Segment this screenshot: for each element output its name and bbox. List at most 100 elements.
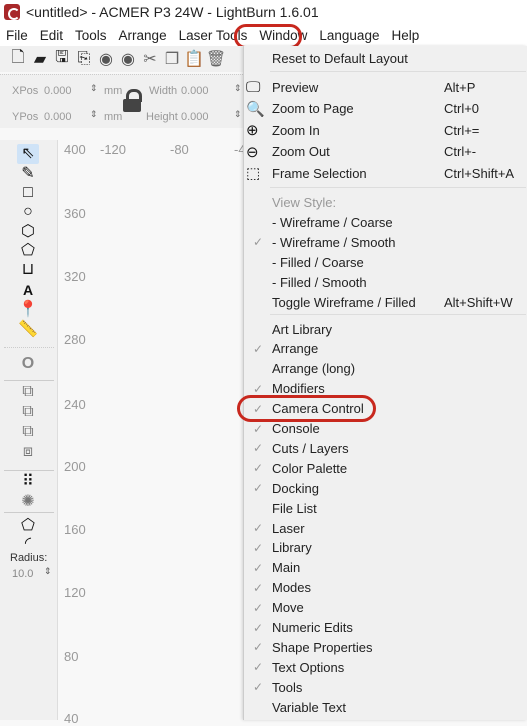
copy-icon[interactable]: ❐ xyxy=(162,49,182,69)
menu-item-docking[interactable]: ✓ Docking xyxy=(244,478,527,498)
menu-item-zoom-in[interactable]: ⊕ Zoom In Ctrl+= xyxy=(244,120,527,140)
menu-item-modes[interactable]: ✓ Modes xyxy=(244,578,527,598)
menu-tools[interactable]: Tools xyxy=(69,28,113,43)
checkmark-icon: ✓ xyxy=(252,540,264,555)
ruler-label: 400 xyxy=(64,142,86,157)
checkmark-icon: ✓ xyxy=(252,620,264,635)
menu-item-arrange[interactable]: ✓ Arrange xyxy=(244,339,527,359)
undo-icon[interactable]: ◉ xyxy=(96,49,116,69)
ypos-unit: mm xyxy=(104,111,123,123)
ruler-label: 200 xyxy=(64,459,86,474)
menu-item-label: Docking xyxy=(272,480,319,496)
menu-item-label: Move xyxy=(272,600,304,616)
menu-item-label: Zoom to Page xyxy=(272,101,354,117)
radius-spinner[interactable]: ⇕ xyxy=(44,566,52,577)
menu-item-label: Cuts / Layers xyxy=(272,440,349,456)
menu-arrange[interactable]: Arrange xyxy=(113,28,173,43)
menu-language[interactable]: Language xyxy=(313,28,385,43)
checkmark-icon: ✓ xyxy=(252,461,264,476)
boolean-union-icon[interactable]: ⧉ xyxy=(17,402,39,422)
position-marker-icon[interactable]: 📍 xyxy=(17,300,39,320)
width-field[interactable]: 0.000 xyxy=(181,85,209,97)
checkmark-icon: ✓ xyxy=(252,600,264,615)
menu-item-file-list[interactable]: File List xyxy=(244,498,527,518)
menu-item-label: View Style: xyxy=(272,194,337,210)
radius-field[interactable]: 10.0 xyxy=(12,568,33,580)
chamfer-icon[interactable]: ◜ xyxy=(17,534,39,554)
menu-item-toggle-wireframe[interactable]: Toggle Wireframe / Filled Alt+Shift+W xyxy=(244,292,527,312)
width-spinner[interactable]: ⇕ xyxy=(234,83,242,94)
menu-item-laser[interactable]: ✓ Laser xyxy=(244,518,527,538)
menu-item-view-style[interactable]: - Wireframe / Coarse xyxy=(244,212,527,232)
window-menu-dropdown: Reset to Default Layout 🖵 Preview Alt+P 🔍 Zoo… xyxy=(243,46,527,720)
select-tool-icon[interactable]: ⇖ xyxy=(17,144,39,164)
boolean-intersect-icon[interactable]: ⧈ xyxy=(17,442,39,462)
menu-item-library[interactable]: ✓ Library xyxy=(244,538,527,558)
height-spinner[interactable]: ⇕ xyxy=(234,109,242,120)
menu-item-main[interactable]: ✓ Main xyxy=(244,558,527,578)
ruler-label: -120 xyxy=(100,142,127,157)
weld-icon[interactable]: ⧉ xyxy=(17,382,39,402)
checkmark-icon: ✓ xyxy=(252,580,264,595)
menu-item-label: Toggle Wireframe / Filled xyxy=(272,294,416,310)
text-tool-icon[interactable]: A xyxy=(17,280,39,300)
polygon-tool-icon[interactable]: ⬡ xyxy=(17,222,39,242)
boolean-subtract-icon[interactable]: ⧉ xyxy=(17,422,39,442)
paste-icon[interactable]: 📋 xyxy=(184,49,204,69)
menu-item-label: - Filled / Smooth xyxy=(272,274,367,290)
menu-item-zoom-to-page[interactable]: 🔍 Zoom to Page Ctrl+0 xyxy=(244,99,527,119)
menu-item-view-style[interactable]: - Filled / Coarse xyxy=(244,252,527,272)
xpos-label: XPos xyxy=(12,85,39,97)
height-label: Height xyxy=(146,111,178,123)
edit-nodes-icon[interactable]: ⬠ xyxy=(17,241,39,261)
height-field[interactable]: 0.000 xyxy=(181,111,209,123)
menu-help[interactable]: Help xyxy=(385,28,425,43)
ypos-field[interactable]: 0.000 xyxy=(44,111,72,123)
measure-tool-icon[interactable]: 📏 xyxy=(17,320,39,340)
menu-item-shape-properties[interactable]: ✓ Shape Properties xyxy=(244,637,527,657)
menu-item-numeric-edits[interactable]: ✓ Numeric Edits xyxy=(244,618,527,638)
menu-edit[interactable]: Edit xyxy=(34,28,69,43)
ruler-label: 40 xyxy=(64,711,79,726)
main-toolbar: 🗋 ▰ 🖫 ⎘ ◉ ◉ ✂ ❐ 📋 🗑 xyxy=(0,46,243,72)
menu-item-reset-layout[interactable]: Reset to Default Layout xyxy=(244,48,527,68)
window-title: <untitled> - ACMER P3 24W - LightBurn 1.… xyxy=(26,4,319,20)
import-icon[interactable]: ⎘ xyxy=(74,49,94,69)
menu-item-preview[interactable]: 🖵 Preview Alt+P xyxy=(244,77,527,97)
menu-item-view-style[interactable]: - Filled / Smooth xyxy=(244,272,527,292)
menu-item-view-style[interactable]: ✓ - Wireframe / Smooth xyxy=(244,232,527,252)
offset-tool-icon[interactable]: O xyxy=(17,354,39,374)
xpos-spinner[interactable]: ⇕ xyxy=(90,83,98,94)
xpos-field[interactable]: 0.000 xyxy=(44,85,72,97)
menu-item-variable-text[interactable]: Variable Text xyxy=(244,697,527,717)
open-folder-icon[interactable]: ▰ xyxy=(30,49,50,69)
round-corners-icon[interactable]: ⬠ xyxy=(17,516,39,536)
delete-icon[interactable]: 🗑 xyxy=(206,49,226,69)
ruler-label: 360 xyxy=(64,206,86,221)
menu-item-color-palette[interactable]: ✓ Color Palette xyxy=(244,458,527,478)
ypos-spinner[interactable]: ⇕ xyxy=(90,109,98,120)
ellipse-tool-icon[interactable]: ○ xyxy=(17,202,39,222)
ypos-label: YPos xyxy=(12,111,39,123)
menu-item-art-library[interactable]: Art Library xyxy=(244,319,527,339)
menu-item-cuts-layers[interactable]: ✓ Cuts / Layers xyxy=(244,438,527,458)
xpos-unit: mm xyxy=(104,85,123,97)
menu-file[interactable]: File xyxy=(0,28,34,43)
circular-array-icon[interactable]: ✺ xyxy=(17,492,39,512)
menu-item-frame-selection[interactable]: ⬚ Frame Selection Ctrl+Shift+A xyxy=(244,163,527,183)
menu-item-text-options[interactable]: ✓ Text Options xyxy=(244,657,527,677)
menu-item-zoom-out[interactable]: ⊖ Zoom Out Ctrl+- xyxy=(244,142,527,162)
pencil-tool-icon[interactable]: ✎ xyxy=(17,164,39,184)
cut-icon[interactable]: ✂ xyxy=(140,49,160,69)
camera-control-highlight xyxy=(237,395,376,422)
lock-aspect-icon[interactable] xyxy=(123,89,143,113)
new-file-icon[interactable]: 🗋 xyxy=(8,49,28,69)
rectangle-tool-icon[interactable]: □ xyxy=(17,183,39,203)
tabs-tool-icon[interactable]: ⊔ xyxy=(17,260,39,280)
redo-icon[interactable]: ◉ xyxy=(118,49,138,69)
menu-item-tools[interactable]: ✓ Tools xyxy=(244,677,527,697)
grid-array-icon[interactable]: ⠿ xyxy=(17,472,39,492)
menu-item-arrange-long-[interactable]: Arrange (long) xyxy=(244,359,527,379)
menu-item-move[interactable]: ✓ Move xyxy=(244,598,527,618)
save-icon[interactable]: 🖫 xyxy=(52,49,72,69)
